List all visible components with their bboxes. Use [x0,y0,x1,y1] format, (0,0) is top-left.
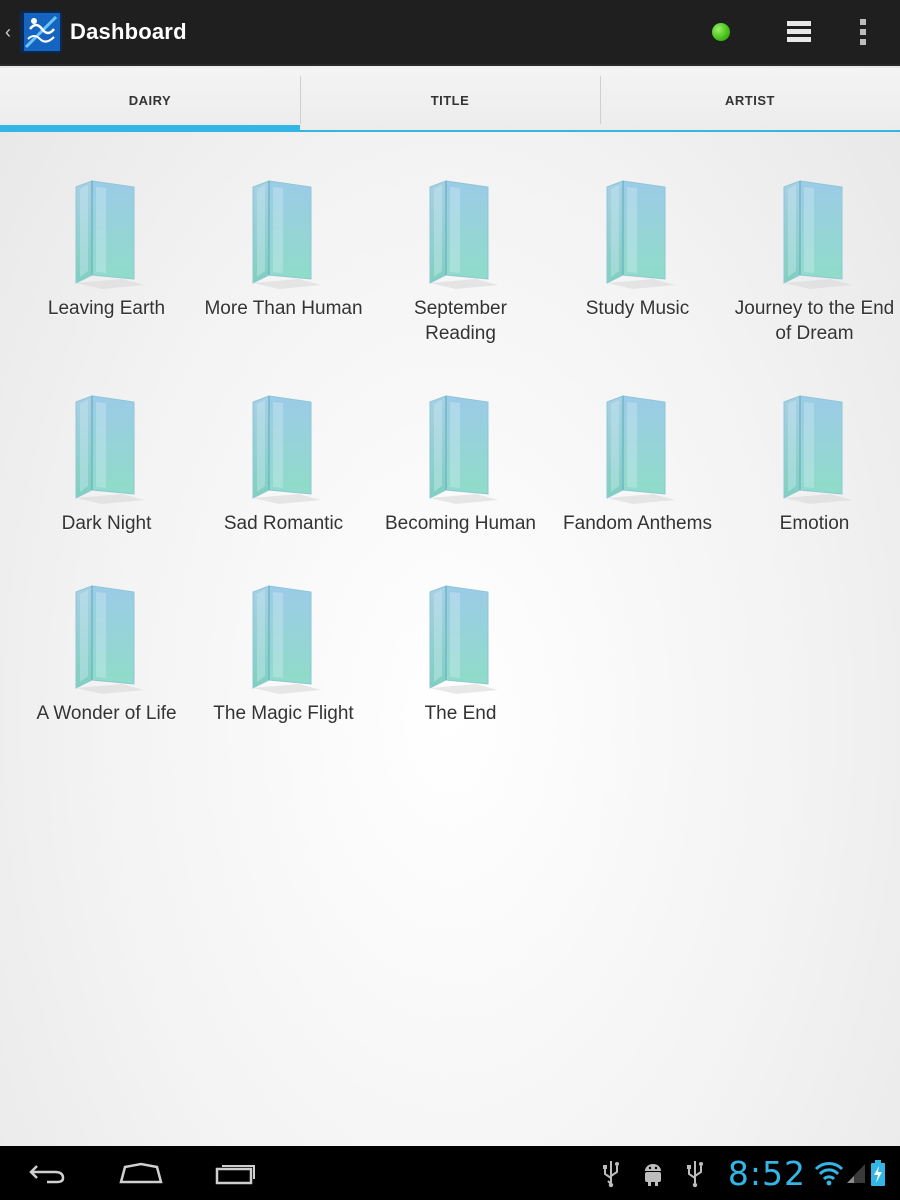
folder-item[interactable]: The Magic Flight [195,580,372,815]
folder-item[interactable]: September Reading [372,175,549,385]
overflow-menu-icon[interactable] [858,17,868,47]
recent-apps-button[interactable] [188,1146,282,1200]
android-debug-icon [644,1164,661,1186]
folder-label: Fandom Anthems [563,513,712,534]
folder-item[interactable]: Emotion [726,390,900,600]
back-icon [29,1165,65,1184]
folder-icon [606,180,675,289]
folder-icon [606,395,675,504]
folder-item[interactable]: Becoming Human [372,390,549,600]
usb-icon [602,1161,619,1188]
folder-label: Leaving Earth [47,298,166,319]
folder-label: Dark Night [61,513,152,534]
folder-item[interactable]: Leaving Earth [18,175,195,385]
system-bar: 8:52 [0,1146,900,1200]
tab-label: ARTIST [725,92,775,108]
folder-icon [783,395,852,504]
tab-artist[interactable]: ARTIST [600,68,900,132]
folder-item[interactable]: Journey to the End of Dream [726,175,900,385]
folder-label: The End [424,703,497,724]
tab-dairy[interactable]: DAIRY [0,68,300,132]
tab-label: TITLE [430,92,470,108]
status-dot-icon [712,23,730,41]
folder-icon [429,180,498,289]
folder-label: A Wonder of Life [36,703,177,724]
folder-label: Emotion [779,513,850,534]
wifi-icon [814,1162,844,1186]
folder-item[interactable]: Fandom Anthems [549,390,726,600]
folder-item[interactable]: A Wonder of Life [18,580,195,815]
tab-indicator [600,130,900,132]
folder-label: Becoming Human [384,513,537,534]
folder-icon [252,180,321,289]
chevron-left-icon[interactable]: ‹ [2,0,14,65]
folder-grid: Leaving Earth More Than Human September … [18,175,900,815]
signal-icon [847,1164,865,1183]
folder-label: Sad Romantic [223,513,344,534]
usb-icon [686,1161,703,1188]
folder-label: Journey to the End of Dream [734,298,895,344]
folder-item[interactable]: Dark Night [18,390,195,600]
folder-icon [75,395,144,504]
folder-label: More Than Human [204,298,363,319]
home-button[interactable] [94,1146,188,1200]
action-bar: ‹ Dashboard [0,0,900,66]
page-title: Dashboard [70,19,187,44]
tab-title[interactable]: TITLE [300,68,600,132]
folder-icon [429,585,498,694]
folder-item[interactable]: Sad Romantic [195,390,372,600]
app-logo-icon[interactable] [16,7,66,57]
folder-item[interactable]: More Than Human [195,175,372,385]
folder-icon [252,395,321,504]
folder-icon [429,395,498,504]
recent-apps-icon [215,1165,255,1185]
battery-charging-icon [871,1160,885,1186]
tab-indicator [0,125,300,132]
folder-icon [75,585,144,694]
home-icon [119,1162,163,1184]
back-button[interactable] [0,1146,94,1200]
folder-icon [75,180,144,289]
list-view-icon[interactable] [786,19,812,45]
tab-bar: DAIRY TITLE ARTIST [0,68,900,132]
folder-label: The Magic Flight [213,703,354,724]
status-clock: 8:52 [727,1153,806,1193]
folder-icon [252,585,321,694]
folder-label: Study Music [585,298,690,319]
folder-item[interactable]: Study Music [549,175,726,385]
tab-indicator [300,130,600,132]
tab-label: DAIRY [128,92,172,108]
folder-icon [783,180,852,289]
folder-label: September Reading [414,298,507,344]
folder-item[interactable]: The End [372,580,549,815]
